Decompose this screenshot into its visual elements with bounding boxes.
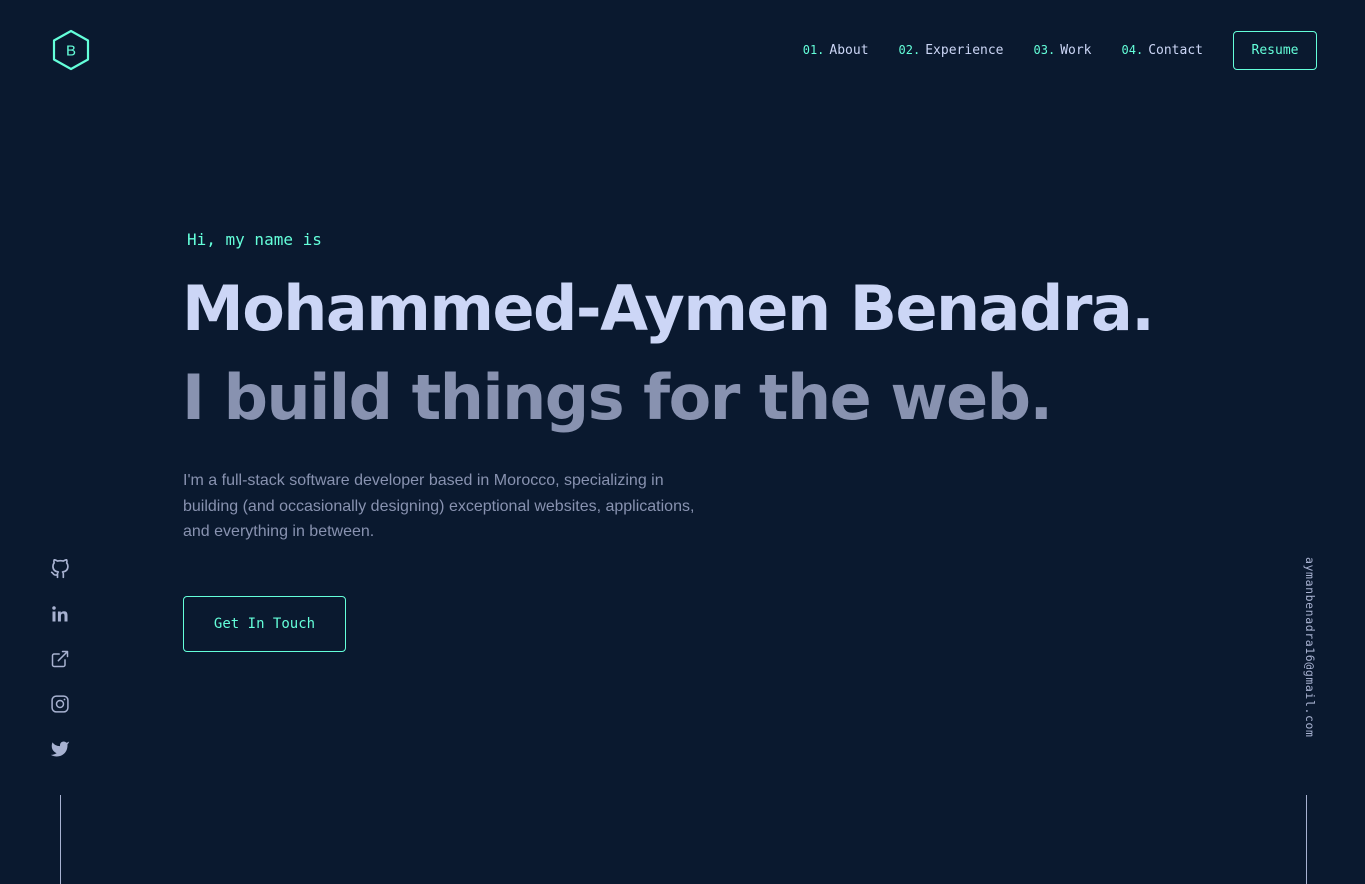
nav-item-number: 03. — [1033, 42, 1056, 57]
hexagon-logo-icon: B — [52, 29, 90, 71]
logo-button[interactable]: B — [51, 29, 91, 71]
left-divider-line — [60, 795, 61, 884]
main-nav: 01. About 02. Experience 03. Work 04. Co… — [803, 30, 1317, 70]
instagram-icon — [51, 695, 69, 713]
linkedin-icon — [52, 606, 68, 622]
twitter-link[interactable] — [48, 737, 72, 761]
nav-item-about[interactable]: 01. About — [803, 43, 869, 58]
nav-item-contact[interactable]: 04. Contact — [1122, 43, 1203, 58]
hero-tagline: I build things for the web. — [182, 361, 1053, 434]
nav-item-label: Experience — [925, 42, 1004, 58]
twitter-icon — [50, 741, 70, 757]
github-link[interactable] — [48, 557, 72, 581]
hero-greeting: Hi, my name is — [187, 230, 322, 249]
nav-item-label: Work — [1060, 42, 1092, 58]
instagram-link[interactable] — [48, 692, 72, 716]
nav-item-work[interactable]: 03. Work — [1034, 43, 1092, 58]
external-link-icon — [51, 650, 69, 668]
email-link[interactable]: aymanbenadra16@gmail.com — [1297, 557, 1317, 767]
nav-item-label: Contact — [1148, 42, 1203, 58]
nav-item-experience[interactable]: 02. Experience — [899, 43, 1004, 58]
nav-item-number: 01. — [802, 42, 825, 57]
nav-item-number: 04. — [1121, 42, 1144, 57]
page: B 01. About 02. Experience 03. Work 04. … — [0, 0, 1365, 884]
nav-item-number: 02. — [898, 42, 921, 57]
hero-description: I'm a full-stack software developer base… — [183, 472, 695, 540]
social-links — [48, 557, 72, 782]
get-in-touch-button[interactable]: Get In Touch — [183, 596, 346, 652]
right-divider-line — [1306, 795, 1307, 884]
nav-item-label: About — [829, 42, 869, 58]
logo-letter: B — [66, 43, 76, 60]
resume-button[interactable]: Resume — [1233, 30, 1317, 70]
linkedin-link[interactable] — [48, 602, 72, 626]
external-link[interactable] — [48, 647, 72, 671]
hero-name: Mohammed-Aymen Benadra. — [182, 272, 1155, 345]
github-icon — [50, 559, 69, 579]
